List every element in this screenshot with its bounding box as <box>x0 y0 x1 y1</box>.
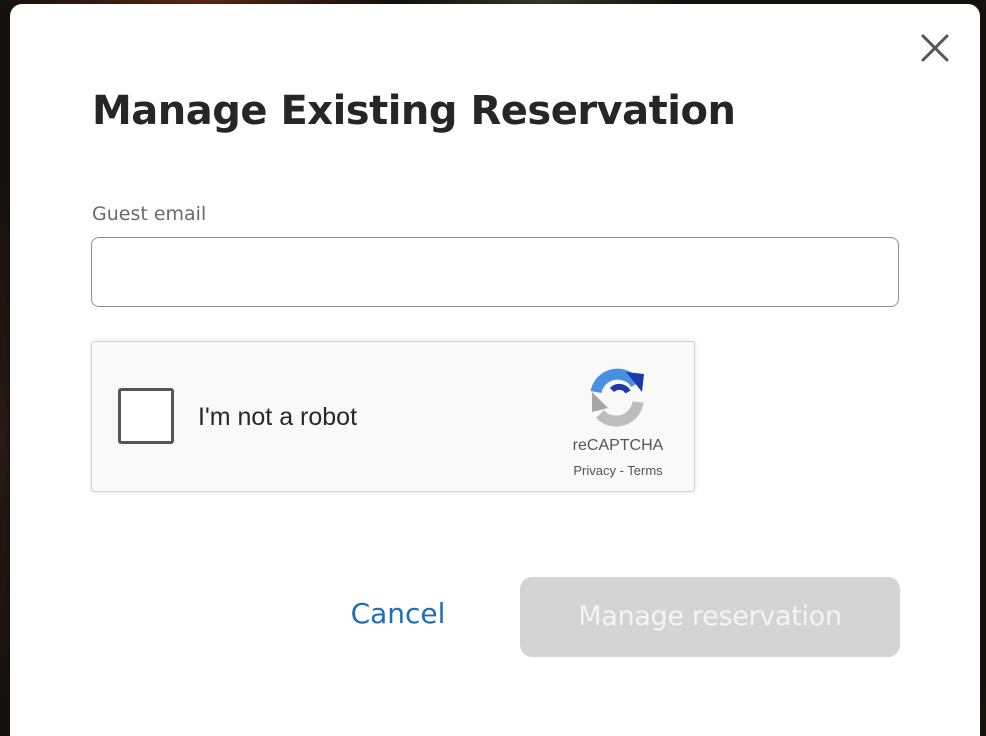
recaptcha-brand: reCAPTCHA <box>572 437 664 454</box>
manage-reservation-dialog: Manage Existing Reservation Guest email … <box>10 4 980 736</box>
cancel-button[interactable]: Cancel <box>328 582 468 646</box>
manage-reservation-button[interactable]: Manage reservation <box>520 577 900 657</box>
recaptcha-checkbox[interactable] <box>118 388 174 444</box>
recaptcha-links: Privacy - Terms <box>548 463 688 478</box>
recaptcha-label: I'm not a robot <box>198 403 358 431</box>
close-icon <box>921 34 949 62</box>
recaptcha-widget: I'm not a robot reCAPTCHA Privacy - Term… <box>91 341 695 492</box>
guest-email-label: Guest email <box>92 203 207 225</box>
recaptcha-link-separator: - <box>615 463 628 478</box>
guest-email-input[interactable] <box>91 237 899 307</box>
dialog-title: Manage Existing Reservation <box>92 88 736 134</box>
recaptcha-logo-icon <box>590 368 644 427</box>
close-button[interactable] <box>915 28 955 68</box>
recaptcha-terms-link[interactable]: Terms <box>627 463 662 478</box>
recaptcha-privacy-link[interactable]: Privacy <box>573 463 616 478</box>
